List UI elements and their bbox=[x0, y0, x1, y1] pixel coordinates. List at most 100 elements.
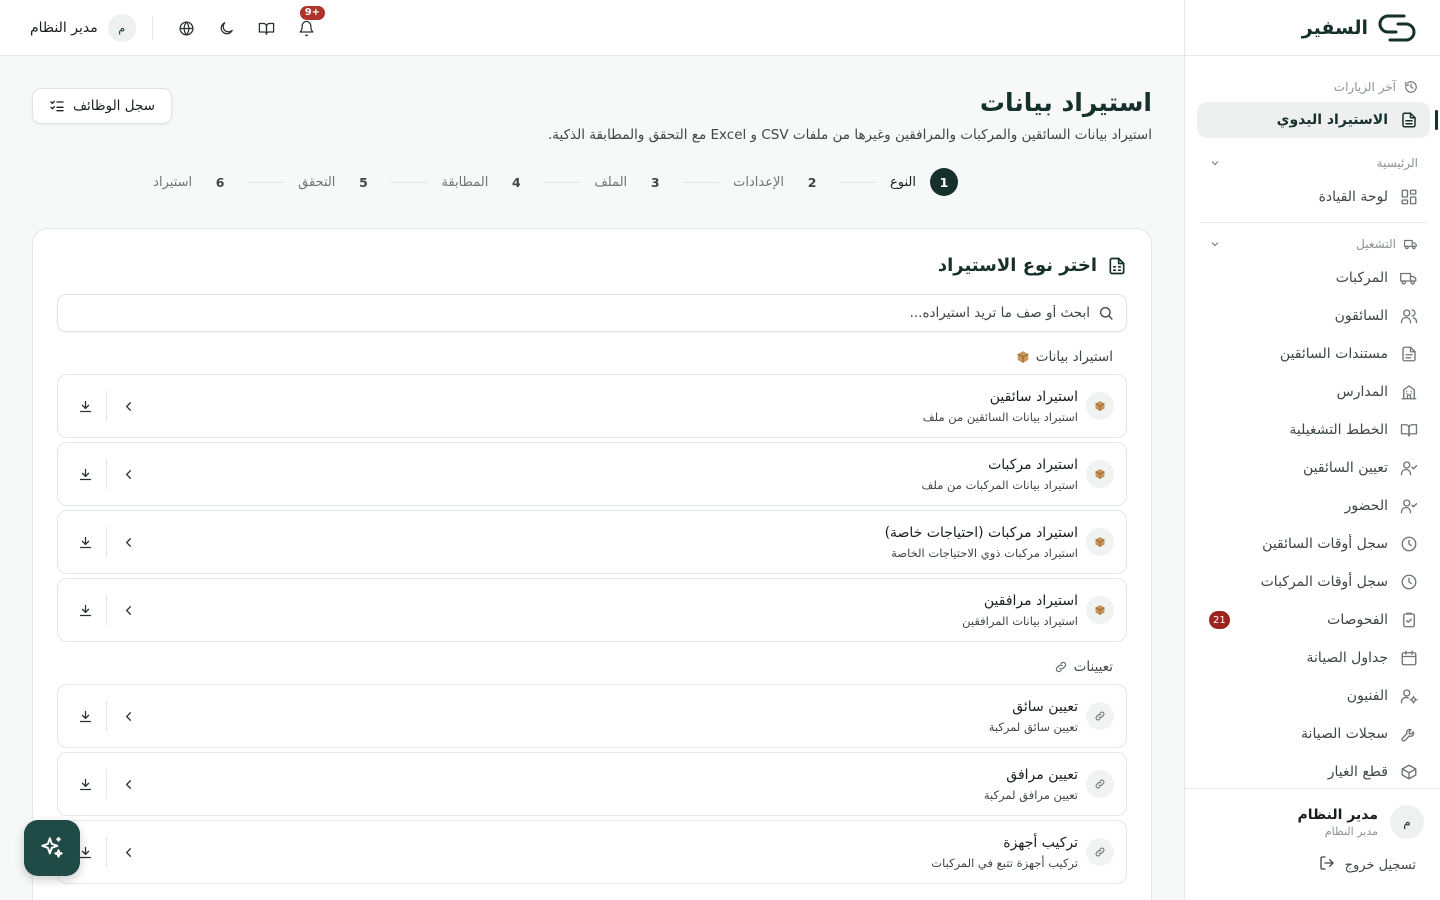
import-type-row[interactable]: تعيين مرافق تعيين مرافق لمركبة bbox=[57, 752, 1127, 816]
history-icon bbox=[1404, 80, 1418, 94]
step-2[interactable]: 2 الإعدادات bbox=[733, 168, 826, 196]
truck-icon bbox=[1404, 237, 1418, 251]
topbar-actions: مدير النظام م 9+ bbox=[30, 6, 327, 43]
ai-assistant-button[interactable] bbox=[24, 820, 80, 876]
import-type-row[interactable]: استيراد سائقين استيراد بيانات السائقين من… bbox=[57, 374, 1127, 438]
row-text: استيراد مركبات استيراد بيانات المركبات من… bbox=[143, 457, 1078, 492]
import-groups: استيراد بيانات استيراد سائقين استيراد بيان… bbox=[57, 349, 1127, 884]
row-text: تعيين سائق تعيين سائق لمركبة bbox=[143, 699, 1078, 734]
row-text: استيراد مركبات (احتياجات خاصة) استيراد مر… bbox=[143, 525, 1078, 560]
download-template-icon[interactable] bbox=[70, 701, 100, 731]
sidebar-item-label: قطع الغيار bbox=[1327, 764, 1388, 780]
import-type-row[interactable]: تركيب أجهزة تركيب أجهزة تتبع في المركبات bbox=[57, 820, 1127, 884]
import-type-card: اختر نوع الاستيراد استيراد بياناتاستيراد… bbox=[32, 228, 1152, 900]
chevron-left-icon[interactable] bbox=[113, 527, 143, 557]
theme-toggle-button[interactable] bbox=[207, 13, 247, 43]
step-6[interactable]: 6 استيراد bbox=[153, 168, 234, 196]
sidebar-item-5[interactable]: الخطط التشغيلية bbox=[1197, 411, 1430, 449]
download-template-icon[interactable] bbox=[70, 459, 100, 489]
user-role: مدير النظام bbox=[1324, 824, 1378, 838]
download-template-icon[interactable] bbox=[70, 769, 100, 799]
chevron-down-icon bbox=[1209, 157, 1221, 169]
row-title: تعيين سائق bbox=[1012, 698, 1078, 715]
row-description: استيراد مركبات ذوي الاحتياجات الخاصة bbox=[891, 545, 1078, 560]
chevron-left-icon[interactable] bbox=[113, 701, 143, 731]
sidebar-item-4[interactable]: المدارس bbox=[1197, 373, 1430, 411]
sidebar-item-8[interactable]: سجل أوقات السائقين bbox=[1197, 525, 1430, 563]
clock-icon bbox=[1400, 535, 1418, 553]
step-5[interactable]: 5 التحقق bbox=[298, 168, 377, 196]
sidebar-item-7[interactable]: الحضور bbox=[1197, 487, 1430, 525]
sidebar-item-14[interactable]: قطع الغيار bbox=[1197, 753, 1430, 788]
job-history-button[interactable]: سجل الوظائف bbox=[32, 88, 172, 124]
page-header: استيراد بيانات استيراد بيانات السائقين و… bbox=[548, 88, 1152, 143]
truck-icon bbox=[1400, 269, 1418, 287]
row-description: تعيين مرافق لمركبة bbox=[983, 787, 1078, 802]
chevron-left-icon[interactable] bbox=[113, 595, 143, 625]
wrench-icon bbox=[1400, 725, 1418, 743]
chevron-left-icon[interactable] bbox=[113, 769, 143, 799]
download-template-icon[interactable] bbox=[70, 527, 100, 557]
import-search[interactable] bbox=[57, 294, 1127, 332]
file-spreadsheet-icon bbox=[1109, 257, 1125, 274]
package-icon bbox=[1086, 460, 1114, 488]
section-operations-header[interactable]: التشغيل bbox=[1197, 227, 1430, 259]
sidebar-item-9[interactable]: سجل أوقات المركبات bbox=[1197, 563, 1430, 601]
group-title: تعيينات bbox=[1073, 659, 1113, 675]
import-type-row[interactable]: تعيين سائق تعيين سائق لمركبة bbox=[57, 684, 1127, 748]
sidebar-item-11[interactable]: جداول الصيانة bbox=[1197, 639, 1430, 677]
user-profile[interactable]: م مدير النظام مدير النظام bbox=[1201, 805, 1424, 839]
import-type-row[interactable]: استيراد مرافقين استيراد بيانات المرافقين bbox=[57, 578, 1127, 642]
step-connector bbox=[683, 181, 720, 183]
row-title: تعيين مرافق bbox=[1006, 766, 1078, 783]
download-template-icon[interactable] bbox=[70, 595, 100, 625]
clock-icon bbox=[1400, 573, 1418, 591]
document-icon bbox=[1400, 345, 1418, 363]
sidebar-item-dashboard[interactable]: لوحة القيادة bbox=[1197, 178, 1430, 216]
row-description: تعيين سائق لمركبة bbox=[988, 719, 1078, 734]
sidebar-item-1[interactable]: المركبات bbox=[1197, 259, 1430, 297]
docs-button[interactable] bbox=[247, 13, 287, 43]
sidebar-nav: آخر الزيارات الاستيراد اليدوي الرئيسية ل… bbox=[1185, 72, 1440, 788]
language-button[interactable] bbox=[167, 13, 207, 43]
topbar-user-name: مدير النظام bbox=[30, 20, 98, 36]
import-type-row[interactable]: استيراد مركبات (احتياجات خاصة) استيراد مر… bbox=[57, 510, 1127, 574]
list-checks-icon bbox=[50, 100, 64, 112]
chevron-left-icon[interactable] bbox=[113, 459, 143, 489]
row-description: استيراد بيانات المرافقين bbox=[962, 613, 1078, 628]
step-1[interactable]: 1 النوع bbox=[890, 168, 958, 196]
sidebar-item-13[interactable]: سجلات الصيانة bbox=[1197, 715, 1430, 753]
step-3[interactable]: 3 الملف bbox=[594, 168, 669, 196]
grid-icon bbox=[1400, 188, 1418, 206]
download-template-icon[interactable] bbox=[70, 391, 100, 421]
topbar-user-menu[interactable]: مدير النظام م bbox=[30, 14, 136, 42]
sidebar-item-3[interactable]: مستندات السائقين bbox=[1197, 335, 1430, 373]
row-actions bbox=[70, 701, 143, 731]
sidebar: السفير آخر الزيارات الاستيراد اليدوي الر… bbox=[1184, 0, 1440, 900]
divider bbox=[106, 527, 107, 557]
row-actions bbox=[70, 391, 143, 421]
logout-button[interactable]: تسجيل خروج bbox=[1201, 855, 1416, 875]
divider bbox=[106, 837, 107, 867]
row-description: تركيب أجهزة تتبع في المركبات bbox=[931, 855, 1078, 870]
chevron-left-icon[interactable] bbox=[113, 391, 143, 421]
sidebar-item-12[interactable]: الفنيون bbox=[1197, 677, 1430, 715]
section-home-header[interactable]: الرئيسية bbox=[1197, 146, 1430, 178]
step-number: 2 bbox=[807, 174, 817, 190]
sidebar-item-6[interactable]: تعيين السائقين bbox=[1197, 449, 1430, 487]
sidebar-item-10[interactable]: الفحوصات 21 bbox=[1197, 601, 1430, 639]
book-open-icon bbox=[1400, 421, 1418, 439]
sidebar-item-label: الحضور bbox=[1344, 498, 1388, 514]
main-content: استيراد بيانات استيراد بيانات السائقين و… bbox=[0, 56, 1184, 900]
notifications-button[interactable]: 9+ bbox=[287, 6, 327, 43]
count-badge: 21 bbox=[1209, 611, 1230, 629]
sidebar-item-2[interactable]: السائقون bbox=[1197, 297, 1430, 335]
sidebar-item-manual-import[interactable]: الاستيراد اليدوي bbox=[1197, 102, 1438, 138]
import-type-row[interactable]: استيراد مركبات استيراد بيانات المركبات من… bbox=[57, 442, 1127, 506]
chevron-left-icon[interactable] bbox=[113, 837, 143, 867]
search-input[interactable] bbox=[70, 305, 1090, 321]
user-check-icon bbox=[1400, 497, 1418, 515]
app-root: السفير آخر الزيارات الاستيراد اليدوي الر… bbox=[0, 0, 1440, 900]
brand[interactable]: السفير bbox=[1185, 0, 1440, 56]
step-4[interactable]: 4 المطابقة bbox=[441, 168, 530, 196]
